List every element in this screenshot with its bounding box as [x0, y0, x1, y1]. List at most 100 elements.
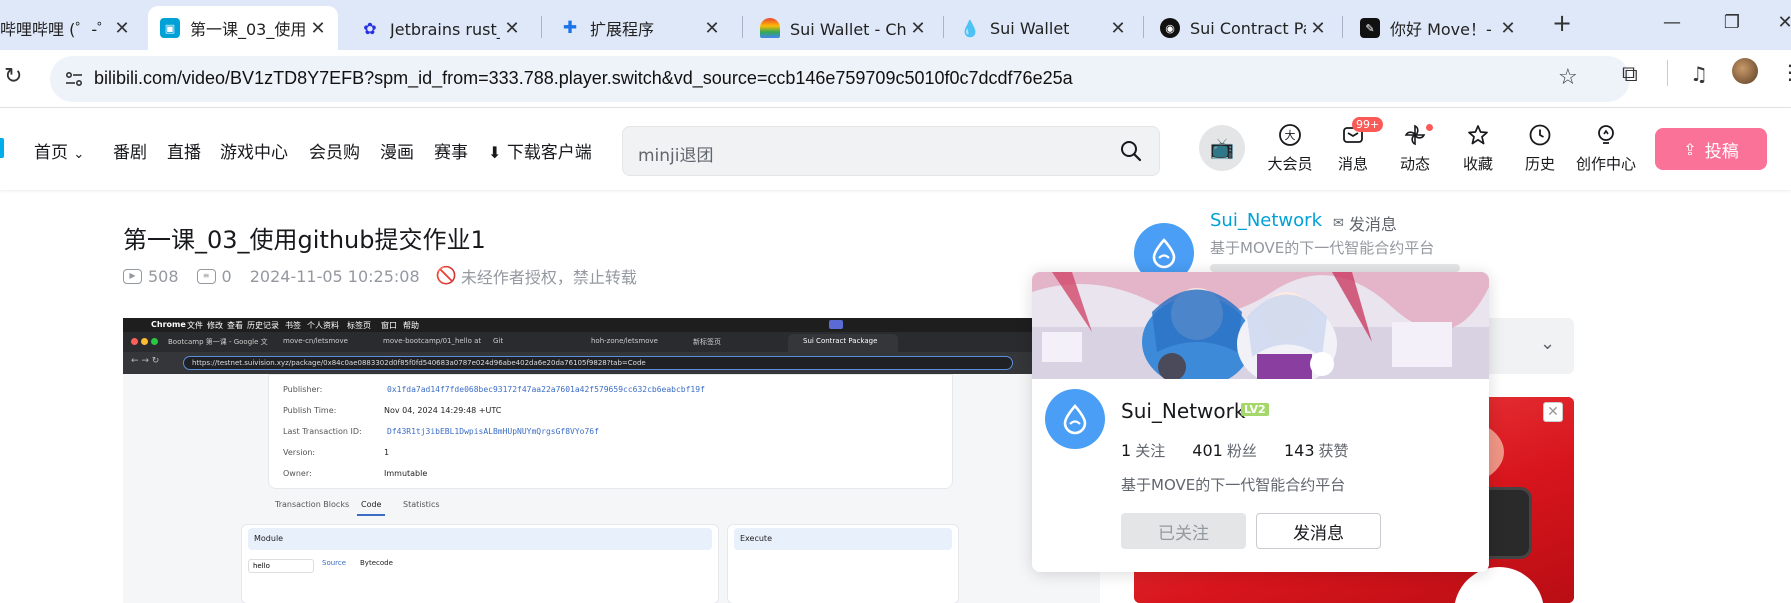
module-header: Module [248, 528, 712, 550]
nav-messages[interactable]: 消息 99+ [1324, 117, 1384, 174]
chevron-down-icon: ⌄ [73, 147, 85, 162]
tab-move-tour[interactable]: ✎ 你好 Move！- Tour ✕ [1348, 6, 1528, 50]
dynamic-dot [1426, 124, 1433, 131]
user-avatar[interactable]: 📺 [1199, 125, 1245, 171]
upload-button[interactable]: ⇪ 投稿 [1655, 128, 1767, 170]
mac-menu-history: 历史记录 [247, 321, 279, 330]
tab-video-active[interactable]: ▣ 第一课_03_使用github提交作业1 ✕ [148, 6, 338, 50]
chrome-store-rainbow-icon [760, 18, 780, 38]
recorded-address-bar: ← → ↻ https://testnet.suivision.xyz/pack… [123, 352, 1100, 374]
search-input[interactable]: minji退团 [622, 126, 1160, 176]
nav-favorites[interactable]: 收藏 [1449, 122, 1507, 174]
source-tab: Source [322, 559, 347, 567]
close-window-icon[interactable]: ✕ [1770, 8, 1791, 38]
traffic-light-zoom [151, 338, 158, 345]
tab-title: Sui Contract Package [1190, 18, 1306, 38]
playlist-dropdown[interactable]: ⌄ [1488, 318, 1574, 374]
restore-icon[interactable]: ❐ [1717, 8, 1747, 38]
address-bar[interactable]: bilibili.com/video/BV1zTD8Y7EFB?spm_id_f… [50, 56, 1630, 102]
play-count-icon: ▶ [123, 268, 142, 284]
new-tab-button[interactable]: + [1547, 8, 1577, 38]
close-icon[interactable]: ✕ [1106, 18, 1130, 39]
tab-extensions[interactable]: ✚ 扩展程序 ✕ [548, 6, 732, 50]
close-icon[interactable]: ✕ [306, 18, 330, 39]
minimize-icon[interactable]: — [1657, 8, 1687, 38]
detail-value: Immutable [384, 469, 428, 478]
nav-dynamic-label: 动态 [1399, 155, 1430, 173]
close-icon[interactable]: ✕ [700, 18, 724, 39]
recorded-tab-5: hoh-zone/letsmove [591, 337, 658, 345]
reload-icon[interactable]: ↻ [4, 64, 22, 89]
sui-drop-icon [1063, 404, 1087, 435]
popup-description: 基于MOVE的下一代智能合约平台 [1121, 476, 1346, 494]
nav-dynamic[interactable]: 动态 [1386, 122, 1444, 174]
profile-avatar[interactable] [1732, 58, 1758, 84]
ad-close-icon[interactable]: ✕ [1543, 402, 1563, 422]
mac-menu-bar: Chrome 文件 修改 查看 历史记录 书签 个人资料 标签页 窗口 帮助 [123, 318, 1100, 332]
mac-menu-chrome: Chrome [151, 320, 186, 329]
nav-game-center[interactable]: 游戏中心 [220, 138, 288, 163]
user-banner-image [1032, 272, 1489, 379]
video-player[interactable]: Chrome 文件 修改 查看 历史记录 书签 个人资料 标签页 窗口 帮助 B… [123, 318, 1100, 603]
bilibili-logo[interactable] [0, 138, 4, 158]
bytecode-tab: Bytecode [360, 559, 393, 567]
message-count-badge: 99+ [1352, 117, 1384, 132]
popup-avatar[interactable] [1045, 389, 1105, 449]
move-book-icon: ✎ [1360, 18, 1380, 38]
tab-title: Sui Wallet - Chrome 网上应用店 [790, 20, 906, 39]
star-icon [1449, 122, 1507, 148]
recorded-tab-4: Git [493, 337, 504, 345]
lightbulb-icon [1573, 122, 1639, 148]
bilibili-tv-icon: ▣ [160, 18, 180, 38]
followed-button[interactable]: 已关注 [1121, 513, 1246, 549]
subtab-statistics: Statistics [403, 500, 440, 509]
nav-manga[interactable]: 漫画 [380, 138, 414, 163]
nav-download-client[interactable]: ⬇ 下载客户端 [488, 138, 592, 163]
execute-header: Execute [734, 528, 952, 550]
fans-count[interactable]: 401 [1192, 441, 1223, 460]
tab-separator [943, 16, 944, 38]
nav-vip[interactable]: 大 大会员 [1261, 122, 1319, 174]
send-message-link[interactable]: ✉ 发消息 [1333, 211, 1397, 235]
media-control-icon[interactable]: ♫ [1690, 62, 1708, 86]
close-icon[interactable]: ✕ [110, 18, 134, 39]
mac-menu-profile: 个人资料 [307, 321, 339, 330]
browser-tab-strip: 哔哩哔哩 (゜-゜)つロ 干杯~-bilibili ✕ ▣ 第一课_03_使用g… [0, 0, 1791, 50]
uploader-name[interactable]: Sui_Network [1210, 210, 1322, 231]
close-icon[interactable]: ✕ [1496, 18, 1520, 39]
mac-menu-view: 查看 [227, 321, 243, 330]
nav-home[interactable]: 首页 ⌄ [34, 138, 84, 163]
bilibili-header: 首页 ⌄ 番剧 直播 游戏中心 会员购 漫画 赛事 ⬇ 下载客户端 minji退… [0, 108, 1791, 190]
close-icon[interactable]: ✕ [906, 18, 930, 39]
follow-button-partial[interactable] [1210, 264, 1460, 272]
tv-mascot-icon: 📺 [1209, 136, 1235, 160]
menu-dots-icon[interactable]: ⋮ [1780, 60, 1791, 84]
following-count[interactable]: 1 [1121, 441, 1131, 460]
close-icon[interactable]: ✕ [500, 18, 524, 39]
tab-bilibili-home[interactable]: 哔哩哔哩 (゜-゜)つロ 干杯~-bilibili ✕ [0, 6, 142, 50]
tab-sui-contract[interactable]: ◉ Sui Contract Package ✕ [1148, 6, 1338, 50]
search-icon[interactable] [1119, 139, 1143, 167]
likes-count: 143 [1283, 441, 1315, 460]
extensions-icon[interactable]: ⧉ [1622, 62, 1638, 87]
close-icon[interactable]: ✕ [1306, 18, 1330, 39]
nav-creator-label: 创作中心 [1575, 155, 1636, 173]
site-info-icon[interactable] [64, 69, 84, 93]
recorded-nav-icons: ← → ↻ [131, 356, 160, 366]
popup-username[interactable]: Sui_Network [1121, 399, 1245, 423]
upload-icon: ⇪ [1683, 139, 1697, 159]
nav-member-shop[interactable]: 会员购 [309, 138, 360, 163]
recorded-tab-3: move-bootcamp/01_hello at [383, 337, 482, 345]
nav-history[interactable]: 历史 [1511, 122, 1569, 174]
nav-esports[interactable]: 赛事 [434, 138, 468, 163]
tab-chrome-store[interactable]: Sui Wallet - Chrome 网上应用店 ✕ [748, 6, 938, 50]
nav-creator-center[interactable]: 创作中心 [1573, 122, 1639, 174]
toolbar-divider [1667, 60, 1668, 86]
nav-bangumi[interactable]: 番剧 [113, 138, 147, 163]
nav-live[interactable]: 直播 [167, 138, 201, 163]
bookmark-star-icon[interactable]: ☆ [1558, 65, 1578, 90]
tab-sui-wallet[interactable]: 💧 Sui Wallet ✕ [948, 6, 1138, 50]
module-item: hello [248, 559, 314, 573]
popup-message-button[interactable]: 发消息 [1256, 513, 1381, 549]
tab-baidu[interactable]: ✿ Jetbrains rust_百度搜索 ✕ [348, 6, 532, 50]
